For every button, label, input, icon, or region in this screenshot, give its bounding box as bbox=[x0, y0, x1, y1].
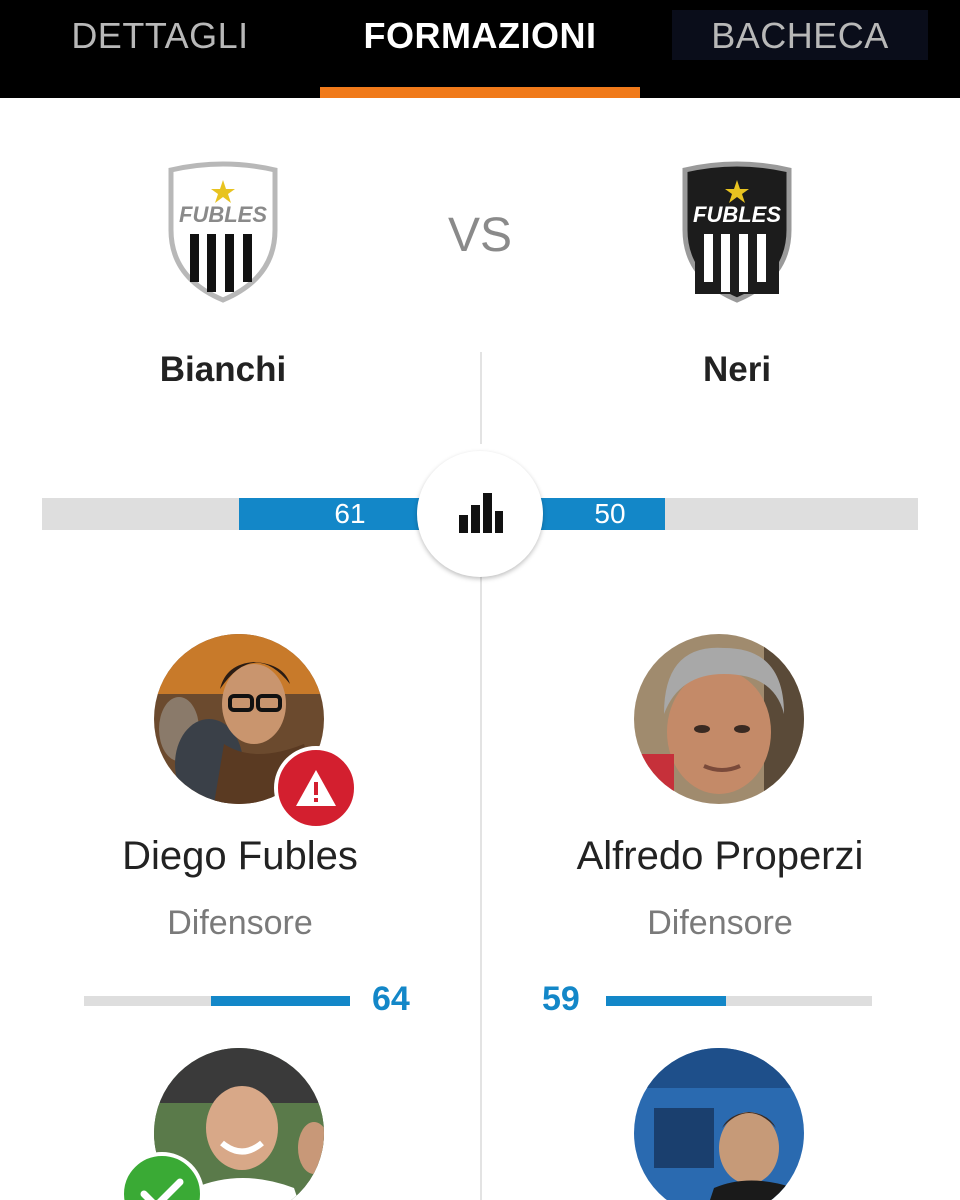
check-icon bbox=[140, 1178, 184, 1200]
home-shield-text: FUBLES bbox=[179, 202, 267, 227]
tab-bar: DETTAGLI FORMAZIONI BACHECA bbox=[0, 0, 960, 98]
player-photo bbox=[634, 634, 804, 804]
active-tab-indicator bbox=[320, 87, 640, 98]
team-shield-home: FUBLES bbox=[168, 161, 278, 303]
player-avatar-away-2[interactable] bbox=[634, 1048, 804, 1200]
home-team-name: Bianchi bbox=[159, 350, 287, 389]
player-avatar-alfredo-properzi[interactable] bbox=[634, 634, 804, 804]
player-photo bbox=[634, 1048, 804, 1200]
away-shield-text: FUBLES bbox=[693, 202, 781, 227]
tab-dettagli[interactable]: DETTAGLI bbox=[0, 0, 320, 98]
player-role-away-1: Difensore bbox=[647, 904, 793, 942]
player-name-away-1[interactable]: Alfredo Properzi bbox=[480, 834, 960, 879]
versus-label: VS bbox=[447, 209, 513, 262]
away-rating-value: 50 bbox=[594, 498, 626, 529]
tab-formazioni[interactable]: FORMAZIONI bbox=[320, 0, 640, 98]
tab-dettagli-label: DETTAGLI bbox=[71, 15, 249, 56]
stats-button[interactable] bbox=[417, 451, 543, 577]
tab-bacheca[interactable]: BACHECA bbox=[640, 0, 960, 98]
team-shield-away: FUBLES bbox=[682, 161, 792, 303]
tab-formazioni-label: FORMAZIONI bbox=[363, 15, 597, 56]
player-rating-fill-away-1 bbox=[606, 996, 726, 1006]
away-team-name: Neri bbox=[702, 350, 772, 389]
player-rating-home-1: 64 bbox=[372, 980, 410, 1018]
player-name-home-1[interactable]: Diego Fubles bbox=[0, 834, 480, 879]
warning-badge bbox=[274, 746, 358, 830]
home-rating-value: 61 bbox=[334, 498, 366, 529]
player-role-home-1: Difensore bbox=[167, 904, 313, 942]
center-divider-top bbox=[480, 352, 482, 444]
player-rating-away-1: 59 bbox=[542, 980, 580, 1018]
player-rating-fill-home-1 bbox=[211, 996, 350, 1006]
tab-bacheca-label: BACHECA bbox=[711, 15, 889, 56]
center-divider-bottom bbox=[480, 576, 482, 1200]
warning-icon bbox=[296, 770, 336, 806]
bar-chart-icon bbox=[459, 493, 503, 533]
